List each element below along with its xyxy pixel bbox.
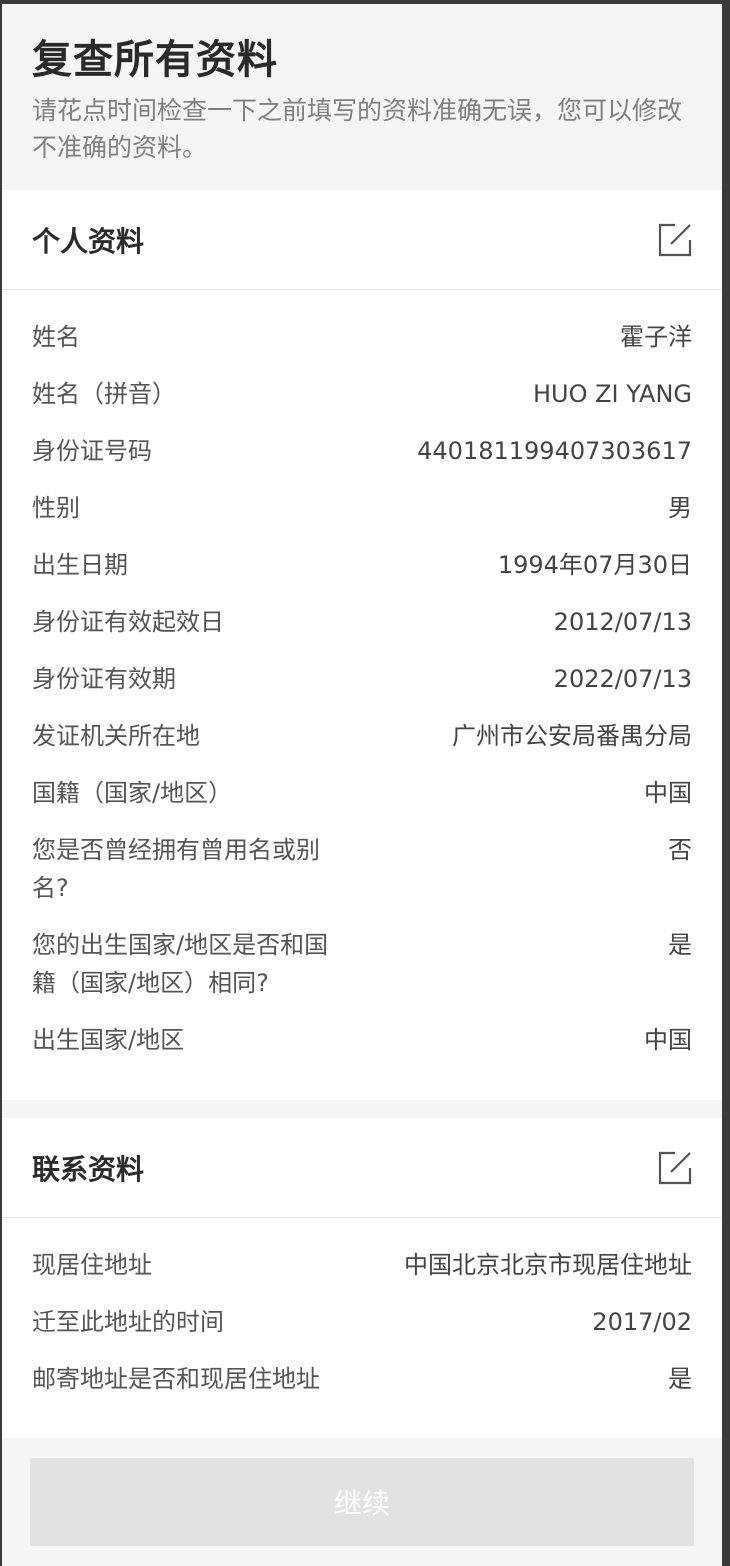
review-screen: 复查所有资料 请花点时间检查一下之前填写的资料准确无误，您可以修改不准确的资料。… <box>2 4 722 1566</box>
row-value: 中国北京北京市现居住地址 <box>404 1251 692 1279</box>
info-row: 您是否曾经拥有曾用名或别名? 否 <box>32 831 692 907</box>
row-label: 姓名（拼音） <box>32 380 176 408</box>
row-label: 身份证有效起效日 <box>32 608 224 636</box>
row-label: 现居住地址 <box>32 1251 152 1279</box>
personal-info-title: 个人资料 <box>32 224 145 258</box>
row-label: 性别 <box>32 494 80 522</box>
row-value: 男 <box>668 494 692 522</box>
continue-button[interactable]: 继续 <box>30 1458 694 1546</box>
row-value: 否 <box>668 836 692 864</box>
info-row: 姓名（拼音） HUO ZI YANG <box>32 375 692 413</box>
contact-info-title: 联系资料 <box>32 1152 145 1186</box>
contact-info-card: 联系资料 现居住地址 中国北京北京市现居住地址 迁至此地址的时间 2017/02… <box>2 1118 722 1439</box>
personal-info-header: 个人资料 <box>2 190 722 290</box>
bottom-action-bar: 继续 <box>2 1438 722 1566</box>
edit-icon <box>658 223 692 256</box>
row-label: 国籍（国家/地区） <box>32 779 233 807</box>
row-label: 出生国家/地区 <box>32 1026 185 1054</box>
row-value: 2012/07/13 <box>553 608 692 636</box>
info-row: 国籍（国家/地区） 中国 <box>32 774 692 812</box>
info-row: 出生国家/地区 中国 <box>32 1021 692 1059</box>
row-value: 霍子洋 <box>620 323 692 351</box>
info-row: 发证机关所在地 广州市公安局番禺分局 <box>32 717 692 755</box>
info-row: 姓名 霍子洋 <box>32 318 692 356</box>
contact-info-header: 联系资料 <box>2 1118 722 1218</box>
row-value: 中国 <box>644 779 692 807</box>
info-row: 身份证有效期 2022/07/13 <box>32 660 692 698</box>
row-value: 2017/02 <box>592 1308 692 1336</box>
row-value: 440181199407303617 <box>417 437 692 465</box>
row-value: 中国 <box>644 1026 692 1054</box>
edit-personal-button[interactable] <box>656 221 694 259</box>
info-row: 身份证号码 440181199407303617 <box>32 432 692 470</box>
info-row: 性别 男 <box>32 489 692 527</box>
page-header: 复查所有资料 请花点时间检查一下之前填写的资料准确无误，您可以修改不准确的资料。 <box>2 4 722 190</box>
row-label: 发证机关所在地 <box>32 722 200 750</box>
row-label: 邮寄地址是否和现居住地址 <box>32 1365 320 1393</box>
row-label: 姓名 <box>32 323 80 351</box>
row-label: 您是否曾经拥有曾用名或别名? <box>32 836 320 902</box>
info-row: 您的出生国家/地区是否和国籍（国家/地区）相同? 是 <box>32 926 692 1002</box>
info-row: 迁至此地址的时间 2017/02 <box>32 1303 692 1341</box>
edit-icon <box>658 1151 692 1184</box>
row-label: 出生日期 <box>32 551 128 579</box>
info-row: 出生日期 1994年07月30日 <box>32 546 692 584</box>
section-divider <box>2 1100 722 1118</box>
page-title: 复查所有资料 <box>32 37 278 83</box>
personal-info-list: 姓名 霍子洋 姓名（拼音） HUO ZI YANG 身份证号码 44018119… <box>2 290 722 1100</box>
row-label: 迁至此地址的时间 <box>32 1308 224 1336</box>
info-row: 邮寄地址是否和现居住地址 是 <box>32 1360 692 1398</box>
info-row: 现居住地址 中国北京北京市现居住地址 <box>32 1246 692 1284</box>
personal-info-card: 个人资料 姓名 霍子洋 姓名（拼音） HUO ZI YANG 身份证号码 440… <box>2 190 722 1100</box>
row-label: 身份证号码 <box>32 437 152 465</box>
row-value: HUO ZI YANG <box>532 380 692 408</box>
contact-info-list: 现居住地址 中国北京北京市现居住地址 迁至此地址的时间 2017/02 邮寄地址… <box>2 1218 722 1439</box>
row-label: 身份证有效期 <box>32 665 176 693</box>
row-label: 您的出生国家/地区是否和国籍（国家/地区）相同? <box>32 931 329 997</box>
page-subtitle: 请花点时间检查一下之前填写的资料准确无误，您可以修改不准确的资料。 <box>32 96 683 162</box>
row-value: 2022/07/13 <box>553 665 692 693</box>
row-value: 是 <box>668 1365 692 1393</box>
row-value: 广州市公安局番禺分局 <box>452 722 692 750</box>
info-row: 身份证有效起效日 2012/07/13 <box>32 603 692 641</box>
edit-contact-button[interactable] <box>656 1149 694 1187</box>
row-value: 1994年07月30日 <box>497 551 692 579</box>
row-value: 是 <box>668 931 692 959</box>
